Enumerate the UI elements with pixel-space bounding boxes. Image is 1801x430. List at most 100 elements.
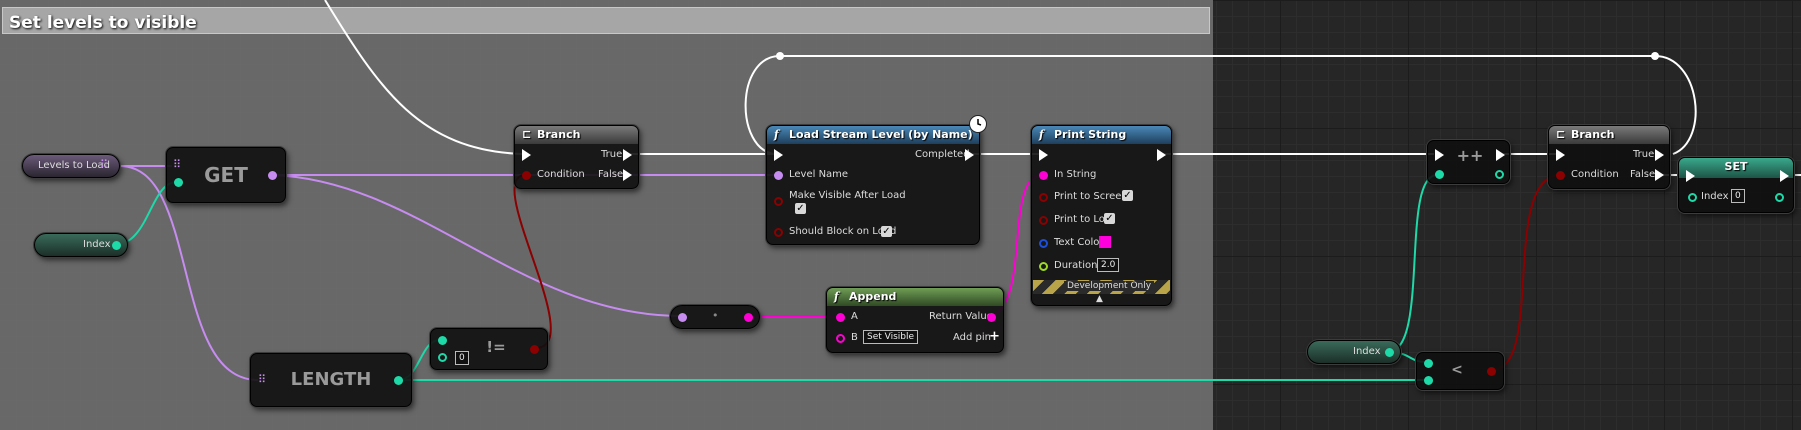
branch-true-pin[interactable] <box>1655 149 1664 161</box>
should-block-pin[interactable] <box>774 228 783 237</box>
set-index-input-pin[interactable] <box>1688 193 1697 202</box>
branch-exec-in-pin[interactable] <box>522 149 531 161</box>
text-color-swatch[interactable] <box>1099 236 1111 248</box>
in-string-label: In String <box>1054 169 1097 180</box>
branch-condition-label: Condition <box>1571 169 1619 180</box>
string-wire-to-convert <box>271 174 683 317</box>
less-than-node[interactable]: < <box>1416 352 1504 390</box>
load-stream-exec-in-pin[interactable] <box>774 149 783 161</box>
append-b-pin[interactable] <box>836 334 845 343</box>
length-node[interactable]: LENGTH ⠿ <box>250 353 412 407</box>
increment-node[interactable]: ++ <box>1427 140 1510 184</box>
branch-condition-label: Condition <box>537 169 585 180</box>
not-equal-input-b-pin[interactable] <box>438 353 447 362</box>
exec-wire-incoming <box>324 0 523 155</box>
append-a-pin[interactable] <box>836 313 845 322</box>
get-node[interactable]: GET ⠿ <box>166 147 286 203</box>
reroute-node-left <box>776 52 784 60</box>
increment-output-pin[interactable] <box>1495 170 1504 179</box>
increment-exec-in-pin[interactable] <box>1435 149 1444 161</box>
set-node[interactable]: SET Index 0 <box>1678 157 1794 213</box>
branch-false-pin[interactable] <box>1655 169 1664 181</box>
branch-title: Branch <box>537 128 581 141</box>
print-to-log-checkbox[interactable]: ✓ <box>1104 213 1115 224</box>
expand-arrow-icon[interactable]: ▲ <box>1096 294 1103 304</box>
set-index-output-pin[interactable] <box>1775 193 1784 202</box>
branch-false-pin[interactable] <box>623 169 632 181</box>
set-title: SET <box>1724 160 1748 173</box>
less-than-input-b-pin[interactable] <box>1424 376 1433 385</box>
increment-input-pin[interactable] <box>1435 170 1444 179</box>
print-to-log-pin[interactable] <box>1039 216 1048 225</box>
not-equal-output-pin[interactable] <box>530 345 539 354</box>
branch-title: Branch <box>1571 128 1615 141</box>
print-string-header: f Print String <box>1032 126 1171 144</box>
branch-true-label: True <box>1633 149 1655 160</box>
add-pin-label[interactable]: Add pin <box>953 332 991 343</box>
append-title: Append <box>849 290 897 303</box>
should-block-checkbox[interactable]: ✓ <box>881 226 892 237</box>
in-string-pin[interactable] <box>1039 171 1048 180</box>
print-string-node[interactable]: f Print String In String Print to Screen… <box>1031 125 1172 306</box>
bool-wire-lessthan-condition <box>1491 174 1562 371</box>
make-visible-checkbox[interactable]: ✓ <box>795 203 806 214</box>
branch-exec-in-pin[interactable] <box>1556 149 1565 161</box>
print-to-screen-pin[interactable] <box>1039 193 1048 202</box>
print-to-screen-checkbox[interactable]: ✓ <box>1122 190 1133 201</box>
get-output-pin[interactable] <box>268 171 277 180</box>
levels-to-load-node[interactable]: Levels to Load ⠿ <box>22 154 120 178</box>
branch-node-2[interactable]: ⊏ Branch Condition True False <box>1548 125 1670 189</box>
text-color-pin[interactable] <box>1039 239 1048 248</box>
convert-output-pin[interactable] <box>744 313 753 322</box>
array-grid-icon[interactable]: ⠿ <box>258 373 266 386</box>
branch-true-pin[interactable] <box>623 149 632 161</box>
increment-exec-out-pin[interactable] <box>1496 149 1505 161</box>
load-stream-level-node[interactable]: f Load Stream Level (by Name) Completed … <box>766 125 980 245</box>
text-color-label: Text Color <box>1054 237 1104 248</box>
less-than-input-a-pin[interactable] <box>1424 359 1433 368</box>
get-index-input-pin[interactable] <box>174 178 183 187</box>
level-name-pin[interactable] <box>774 171 783 180</box>
not-equal-node[interactable]: 0 != <box>430 328 548 370</box>
append-b-label: B <box>851 332 858 343</box>
not-equal-input-a-pin[interactable] <box>438 336 447 345</box>
set-exec-in-pin[interactable] <box>1686 170 1695 182</box>
branch-true-label: True <box>601 149 623 160</box>
load-stream-header: f Load Stream Level (by Name) <box>767 126 979 144</box>
clock-hands <box>977 119 982 126</box>
less-than-op: < <box>1451 362 1463 378</box>
set-exec-out-pin[interactable] <box>1780 170 1789 182</box>
make-visible-label: Make Visible After Load <box>789 190 906 201</box>
duration-pin[interactable] <box>1039 262 1048 271</box>
array-grid-icon[interactable]: ⠿ <box>173 158 181 171</box>
print-string-exec-out-pin[interactable] <box>1157 149 1166 161</box>
less-than-output-pin[interactable] <box>1487 367 1496 376</box>
array-grid-icon[interactable]: ⠿ <box>100 158 108 171</box>
branch-condition-pin[interactable] <box>1556 171 1565 180</box>
print-string-exec-in-pin[interactable] <box>1039 149 1048 161</box>
int-wire-index-increment <box>1387 174 1438 353</box>
append-return-pin[interactable] <box>987 313 996 322</box>
plus-icon[interactable]: + <box>989 329 1000 344</box>
index-output-pin[interactable] <box>1385 348 1394 357</box>
convert-input-pin[interactable] <box>678 313 687 322</box>
make-visible-pin[interactable] <box>774 197 783 206</box>
length-output-pin[interactable] <box>394 376 403 385</box>
convert-name-to-string-node[interactable]: • <box>670 305 760 329</box>
append-header: f Append <box>827 288 1003 306</box>
branch-node-1[interactable]: ⊏ Branch Condition True False <box>514 125 639 189</box>
load-stream-completed-pin[interactable] <box>965 149 974 161</box>
append-b-value[interactable]: Set Visible <box>863 330 919 344</box>
set-index-value[interactable]: 0 <box>1731 189 1745 203</box>
append-node[interactable]: f Append A Return Value B Set Visible Ad… <box>826 287 1004 353</box>
index-variable-node-left[interactable]: Index <box>34 233 128 257</box>
append-return-label: Return Value <box>929 311 993 322</box>
duration-value[interactable]: 2.0 <box>1097 258 1120 272</box>
index-output-pin[interactable] <box>112 241 121 250</box>
not-equal-b-value[interactable]: 0 <box>455 351 469 365</box>
branch-condition-pin[interactable] <box>522 171 531 180</box>
level-name-label: Level Name <box>789 169 849 180</box>
branch-false-label: False <box>598 169 624 180</box>
index-variable-node-right[interactable]: Index <box>1307 340 1401 364</box>
branch-icon: ⊏ <box>1556 128 1566 141</box>
